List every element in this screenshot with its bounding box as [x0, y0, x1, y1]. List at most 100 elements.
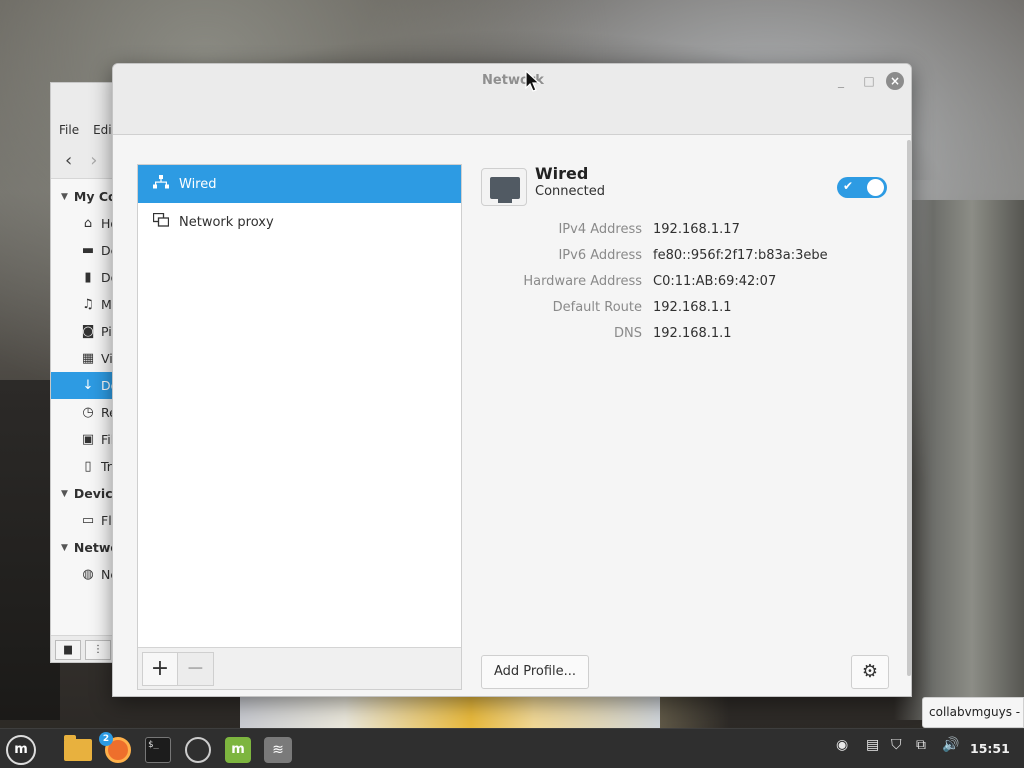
file-manager-sidebar: ▼ My Co ⌂ Ho ▬ De ▮ Do ♫ M ◙ Pi ▦ Vi ↓ Do ◷ Re ▣ Fil ▯ Tr ▼ Dev…	[51, 179, 119, 588]
music-icon: ♫	[82, 297, 94, 312]
remove-connection-button[interactable]: −	[178, 651, 214, 686]
mint-menu-button[interactable]: m	[3, 733, 39, 767]
detail-value: fe80::956f:2f17:b83a:3ebe	[653, 248, 828, 263]
taskbar: m 2 $_ m ≋ ◉ ▤ ⛉ ⧉ 🔊 15:51	[0, 728, 1024, 768]
file-manager-window[interactable]: File Edi ‹ › ▼ My Co ⌂ Ho ▬ De ▮ Do ♫ M ◙ Pi ▦ Vi ↓ Do ◷…	[50, 82, 120, 663]
mint-logo-icon: m	[6, 735, 36, 765]
network-tray-icon[interactable]: ⧉	[916, 737, 926, 753]
sidebar-section-header[interactable]: ▼ Devic	[51, 480, 119, 507]
window-title: Network	[482, 73, 544, 88]
gear-icon: ⚙	[861, 661, 879, 682]
network-titlebar[interactable]: Network _ □ ×	[113, 64, 911, 135]
detail-row: IPv4 Address 192.168.1.17	[481, 222, 901, 248]
connection-details: IPv4 Address 192.168.1.17 IPv6 Address f…	[481, 222, 901, 352]
tree-view-icon[interactable]: ⋮	[85, 640, 111, 660]
desktop-icon: ▬	[81, 243, 95, 258]
sidebar-item-label: Fl	[101, 513, 112, 528]
connection-list: Wired Network proxy + −	[137, 164, 462, 690]
sidebar-item[interactable]: ▯ Tr	[51, 453, 119, 480]
sidebar-item[interactable]: ◷ Re	[51, 399, 119, 426]
sidebar-item[interactable]: ▮ Do	[51, 264, 119, 291]
connection-item-network-proxy[interactable]: Network proxy	[138, 203, 461, 241]
taskbar-firefox[interactable]: 2	[99, 732, 136, 767]
settings-button[interactable]: ⚙	[851, 655, 889, 689]
detail-value: 192.168.1.1	[653, 300, 732, 315]
detail-label: DNS	[614, 326, 642, 341]
terminal-icon: $_	[145, 737, 171, 763]
camera-icon: ◙	[81, 324, 95, 339]
forward-arrow-icon[interactable]: ›	[90, 150, 97, 171]
wired-network-icon	[152, 175, 170, 193]
detail-row: DNS 192.168.1.1	[481, 326, 901, 352]
sidebar-item-label: Tr	[101, 459, 112, 474]
connection-list-footer: + −	[138, 647, 461, 689]
collapse-triangle-icon: ▼	[61, 191, 68, 202]
collapse-triangle-icon: ▼	[61, 488, 68, 499]
toggle-knob	[867, 179, 884, 196]
sidebar-item[interactable]: ↓ Do	[51, 372, 119, 399]
detail-row: IPv6 Address fe80::956f:2f17:b83a:3ebe	[481, 248, 901, 274]
ethernet-port-icon	[481, 168, 527, 206]
taskbar-files[interactable]	[60, 733, 96, 767]
detail-row: Hardware Address C0:11:AB:69:42:07	[481, 274, 901, 300]
file-manager-statusbar: ▆ ⋮	[51, 635, 119, 662]
clipboard-icon[interactable]: ▤	[866, 737, 879, 753]
sidebar-item[interactable]: ▭ Fl	[51, 507, 119, 534]
places-view-icon[interactable]: ▆	[55, 640, 81, 660]
sidebar-item[interactable]: ▬ De	[51, 237, 119, 264]
sidebar-item[interactable]: ⌂ Ho	[51, 210, 119, 237]
add-profile-button[interactable]: Add Profile...	[481, 655, 589, 689]
film-icon: ▦	[81, 351, 95, 366]
sidebar-section-header[interactable]: ▼ My Co	[51, 183, 119, 210]
document-icon: ▮	[84, 270, 92, 285]
taskbar-terminal[interactable]: $_	[140, 733, 176, 767]
folder-icon	[64, 735, 92, 761]
globe-icon: ◍	[82, 567, 94, 582]
sidebar-item[interactable]: ▦ Vi	[51, 345, 119, 372]
back-arrow-icon[interactable]: ‹	[65, 150, 72, 171]
section-title: Devic	[73, 486, 113, 501]
sidebar-item[interactable]: ◙ Pi	[51, 318, 119, 345]
obs-icon	[185, 737, 211, 763]
menu-edit[interactable]: Edi	[93, 123, 112, 143]
sidebar-section-header[interactable]: ▼ Netwo	[51, 534, 119, 561]
floppy-icon: ▭	[81, 513, 95, 528]
scrollbar[interactable]	[907, 140, 911, 676]
taskbar-update-manager[interactable]: m	[220, 733, 256, 767]
file-manager-menubar: File Edi	[51, 117, 119, 143]
network-proxy-icon	[152, 212, 170, 231]
window-count-badge: 2	[99, 732, 113, 746]
sidebar-item-label: M	[101, 297, 112, 312]
sidebar-item[interactable]: ♫ M	[51, 291, 119, 318]
detail-label: Hardware Address	[523, 274, 642, 289]
volume-icon[interactable]: 🔊	[942, 737, 959, 753]
taskbar-network[interactable]: ≋	[260, 733, 296, 767]
sidebar-item[interactable]: ◍ Ne	[51, 561, 119, 588]
connection-item-wired[interactable]: Wired	[138, 165, 461, 203]
close-icon[interactable]: ×	[886, 72, 904, 90]
download-icon: ↓	[82, 378, 94, 393]
detail-value: C0:11:AB:69:42:07	[653, 274, 777, 289]
detail-label: IPv4 Address	[558, 222, 642, 237]
obs-tray-icon[interactable]: ◉	[836, 737, 848, 753]
wallpaper-right	[894, 200, 1024, 720]
sidebar-item[interactable]: ▣ Fil	[51, 426, 119, 453]
filesystem-icon: ▣	[81, 432, 95, 447]
wired-enable-toggle[interactable]: ✔	[837, 177, 887, 198]
home-icon: ⌂	[83, 216, 93, 231]
shield-icon[interactable]: ⛉	[891, 737, 902, 753]
update-manager-icon: m	[225, 737, 251, 763]
device-name: Wired	[535, 164, 589, 183]
taskbar-obs[interactable]	[180, 733, 216, 767]
maximize-icon[interactable]: □	[860, 72, 878, 90]
add-connection-button[interactable]: +	[142, 651, 178, 686]
collapse-triangle-icon: ▼	[61, 542, 68, 553]
detail-label: IPv6 Address	[558, 248, 642, 263]
file-manager-titlebar[interactable]	[51, 83, 119, 117]
connection-details-pane: Wired Connected ✔ IPv4 Address 192.168.1…	[481, 164, 901, 694]
sidebar-item-label: Vi	[101, 351, 113, 366]
clock[interactable]: 15:51	[970, 741, 1010, 756]
file-manager-toolbar: ‹ ›	[51, 143, 119, 179]
menu-file[interactable]: File	[59, 123, 79, 143]
minimize-icon[interactable]: _	[832, 72, 850, 90]
